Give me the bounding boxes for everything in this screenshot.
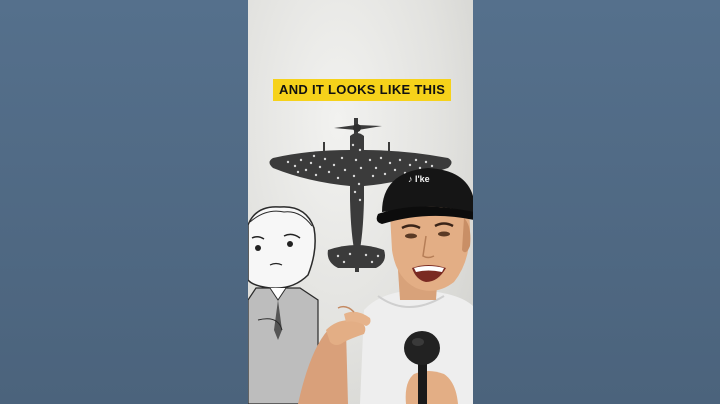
video-caption: AND IT LOOKS LIKE THIS bbox=[273, 79, 452, 101]
left-blurred-background bbox=[0, 0, 248, 404]
cap-text: ♪ I'ke bbox=[408, 174, 430, 184]
right-blurred-background bbox=[473, 0, 720, 404]
video-scene: ♪ I'ke bbox=[248, 118, 473, 404]
video-frame[interactable]: ♪ I'ke AND IT LOOKS LIKE THIS bbox=[248, 0, 473, 404]
presenter-person bbox=[298, 168, 473, 404]
